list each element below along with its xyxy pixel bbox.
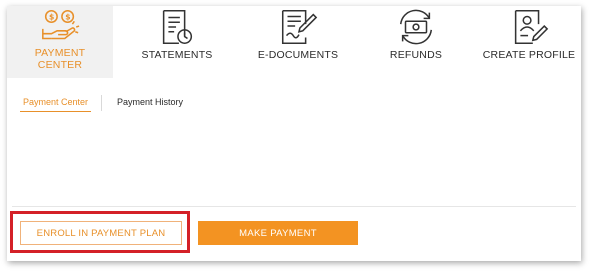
- content-divider: [12, 206, 576, 207]
- nav-item-statements[interactable]: STATEMENTS: [113, 6, 241, 78]
- nav-item-label: PAYMENT CENTER: [34, 47, 86, 71]
- enroll-in-payment-plan-button[interactable]: ENROLL IN PAYMENT PLAN: [20, 221, 182, 245]
- main-nav: $ $ PAYMENT CENTER STATEMENTS E-DOCUMENT…: [7, 6, 581, 78]
- tab-payment-history[interactable]: Payment History: [114, 97, 186, 111]
- nav-item-e-documents[interactable]: E-DOCUMENTS: [241, 6, 355, 78]
- nav-item-label: STATEMENTS: [141, 49, 213, 61]
- nav-item-label: E-DOCUMENTS: [257, 49, 339, 61]
- payment-subtabs: Payment Center Payment History: [20, 95, 186, 117]
- svg-text:$: $: [49, 12, 54, 21]
- svg-text:$: $: [65, 12, 70, 21]
- screenshot-frame: $ $ PAYMENT CENTER STATEMENTS E-DOCUMENT…: [0, 0, 590, 271]
- e-documents-icon: [277, 8, 319, 46]
- refunds-icon: [395, 8, 437, 46]
- subtab-divider: [101, 95, 103, 111]
- tab-payment-center[interactable]: Payment Center: [20, 97, 92, 112]
- make-payment-button[interactable]: MAKE PAYMENT: [198, 221, 358, 245]
- nav-item-label: REFUNDS: [389, 49, 443, 61]
- payment-center-icon: $ $: [39, 8, 81, 46]
- nav-item-refunds[interactable]: REFUNDS: [355, 6, 477, 78]
- create-profile-icon: [508, 8, 550, 46]
- nav-item-label: CREATE PROFILE: [482, 49, 576, 61]
- nav-item-create-profile[interactable]: CREATE PROFILE: [477, 6, 581, 78]
- nav-item-payment-center[interactable]: $ $ PAYMENT CENTER: [7, 6, 113, 78]
- statements-icon: [156, 8, 198, 46]
